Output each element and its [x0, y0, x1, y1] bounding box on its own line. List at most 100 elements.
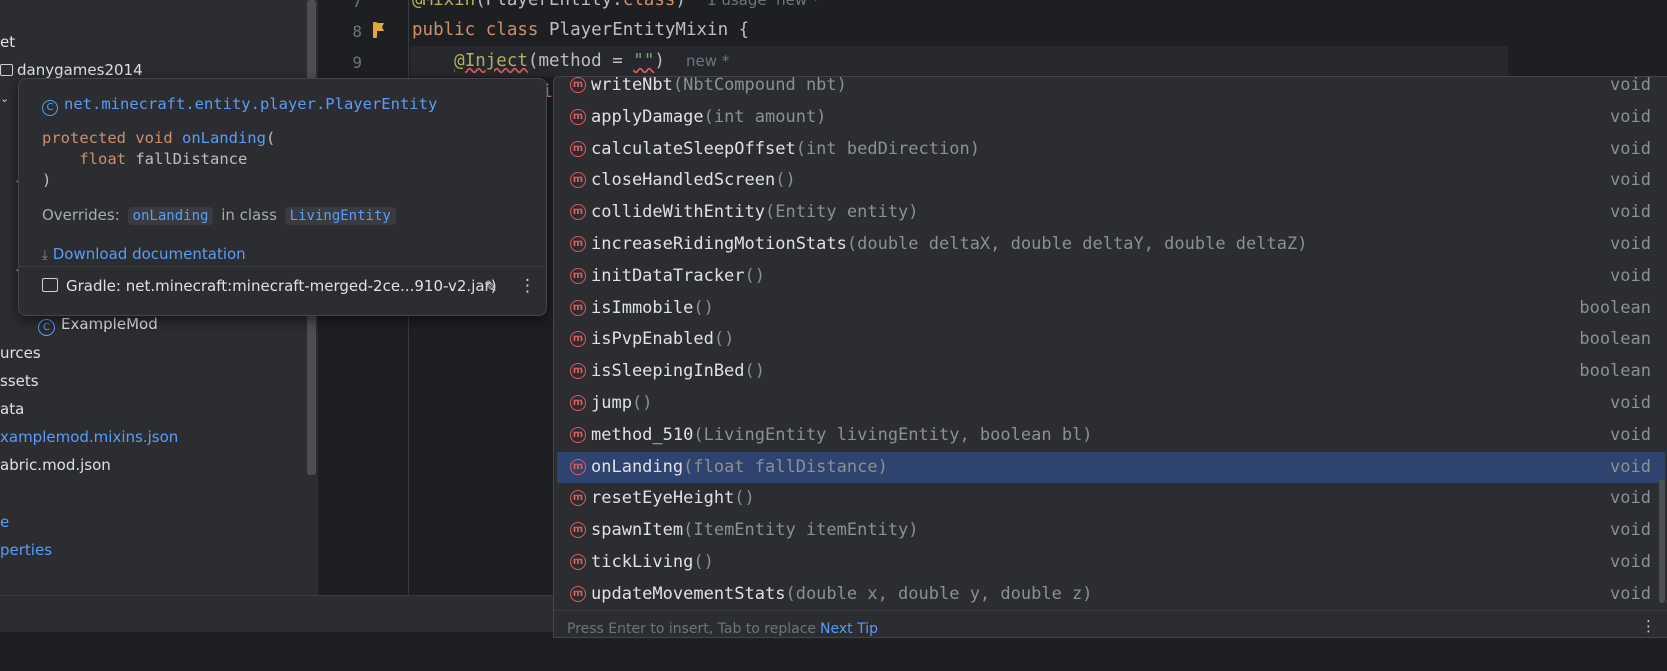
method-params: (): [744, 361, 766, 381]
method-params: (): [693, 552, 714, 572]
usage-hint[interactable]: 1 usage new *: [707, 0, 819, 9]
method-name: onLanding: [591, 457, 684, 477]
completion-item-text: initDataTracker(): [591, 266, 765, 286]
method-icon: m: [570, 236, 586, 252]
completion-item-text: increaseRidingMotionStats(double deltaX,…: [591, 234, 1307, 254]
tree-item-label: e: [0, 513, 10, 531]
code-token: ): [675, 0, 686, 10]
completion-item[interactable]: m calculateSleepOffset(int bedDirection) v…: [557, 134, 1665, 165]
annotation-token: @Mixin: [412, 0, 476, 10]
method-params: (): [631, 393, 653, 413]
line-number: 9: [352, 53, 362, 72]
tree-item-label: xamplemod.mixins.json: [0, 428, 179, 446]
edit-source-icon[interactable]: ✎: [484, 277, 497, 296]
completion-item[interactable]: m writeNbt(NbtCompound nbt) void: [557, 76, 1665, 101]
doc-class-name: net.minecraft.entity.player.PlayerEntity: [64, 95, 438, 113]
doc-signature-line: protected void onLanding(: [42, 129, 275, 147]
completion-item[interactable]: m tickLiving() void: [557, 547, 1665, 578]
tree-item-class[interactable]: C ExampleMod: [38, 315, 158, 336]
method-icon: m: [570, 490, 586, 506]
code-token: {: [728, 20, 750, 40]
method-params: (NbtCompound nbt): [672, 76, 847, 95]
completion-item[interactable]: m applyDamage(int amount) void: [557, 102, 1665, 133]
tree-item[interactable]: urces: [0, 344, 41, 362]
method-params: (float fallDistance): [683, 457, 888, 477]
method-params: (LivingEntity livingEntity, boolean bl): [693, 425, 1093, 445]
tree-item-label: ssets: [0, 372, 39, 390]
completion-item[interactable]: m increaseRidingMotionStats(double deltaX…: [557, 229, 1665, 260]
return-type: void: [1610, 139, 1651, 159]
method-params: (): [713, 329, 735, 349]
author-hint[interactable]: new *: [686, 52, 729, 70]
class-icon: C: [42, 100, 58, 116]
overrides-class-link[interactable]: LivingEntity: [284, 207, 396, 225]
code-line-9[interactable]: @Inject(method = "") new *: [412, 51, 729, 71]
completion-item[interactable]: m isImmobile() boolean: [557, 293, 1665, 324]
completion-item-text: closeHandledScreen(): [591, 170, 796, 190]
method-name: increaseRidingMotionStats: [591, 234, 847, 254]
more-options-icon[interactable]: ⋮: [1641, 617, 1656, 635]
method-icon: m: [570, 77, 586, 93]
doc-class-link[interactable]: Cnet.minecraft.entity.player.PlayerEntit…: [42, 95, 437, 116]
tree-item[interactable]: ssets: [0, 372, 39, 390]
completion-item-text: resetEyeHeight(): [591, 488, 755, 508]
method-name: updateMovementStats: [591, 584, 786, 604]
tree-item-package[interactable]: danygames2014: [0, 61, 143, 79]
overrides-label: Overrides:: [42, 206, 120, 224]
download-documentation-link[interactable]: ⤓ Download documentation: [42, 245, 246, 263]
completion-item-text: isSleepingInBed(): [591, 361, 765, 381]
method-name: initDataTracker: [591, 266, 745, 286]
tree-item[interactable]: ata: [0, 400, 24, 418]
completion-item-text: collideWithEntity(Entity entity): [591, 202, 919, 222]
chevron-down-icon[interactable]: ⌄: [0, 92, 9, 105]
completion-item[interactable]: m initDataTracker() void: [557, 261, 1665, 292]
method-name: tickLiving: [591, 552, 694, 572]
method-icon: m: [570, 109, 586, 125]
code-line-7[interactable]: @Mixin(PlayerEntity.class) 1 usage new *: [412, 0, 819, 10]
tree-item-label: abric.mod.json: [0, 456, 111, 474]
method-name: collideWithEntity: [591, 202, 765, 222]
return-type: void: [1610, 170, 1651, 190]
method-name: isPvpEnabled: [591, 329, 714, 349]
tree-item[interactable]: perties: [0, 541, 52, 559]
footer-hint-text: Press Enter to insert, Tab to replace: [567, 621, 817, 637]
method-params: (Entity entity): [765, 202, 919, 222]
method-icon: m: [570, 427, 586, 443]
completion-item[interactable]: m updateMovementStats(double x, double y,…: [557, 579, 1665, 610]
completion-item[interactable]: m resetEyeHeight() void: [557, 483, 1665, 514]
completion-scrollbar[interactable]: [1659, 479, 1665, 603]
completion-item[interactable]: m collideWithEntity(Entity entity) void: [557, 197, 1665, 228]
signature-method: onLanding: [181, 129, 266, 147]
return-type: boolean: [1579, 329, 1651, 349]
completion-item-text: isPvpEnabled(): [591, 329, 734, 349]
overrides-method-link[interactable]: onLanding: [127, 207, 214, 225]
method-icon: m: [570, 522, 586, 538]
tree-item-label: perties: [0, 541, 53, 559]
code-line-8[interactable]: public class PlayerEntityMixin {: [412, 20, 749, 40]
gutter-mixin-icon[interactable]: [369, 21, 387, 39]
completion-item[interactable]: m isPvpEnabled() boolean: [557, 324, 1665, 355]
return-type: void: [1610, 552, 1651, 572]
completion-item[interactable]: m onLanding(float fallDistance) void: [557, 452, 1665, 483]
method-icon: m: [570, 141, 586, 157]
tree-item-file[interactable]: xamplemod.mixins.json: [0, 428, 178, 446]
doc-signature-close: ): [42, 171, 51, 189]
in-class-label: in class: [221, 206, 277, 224]
completion-footer: Press Enter to insert, Tab to replace Nex…: [554, 610, 1667, 637]
tree-item-file[interactable]: abric.mod.json: [0, 456, 111, 474]
next-tip-link[interactable]: Next Tip: [820, 621, 878, 637]
completion-item-text: isImmobile(): [591, 298, 714, 318]
completion-item[interactable]: m closeHandledScreen() void: [557, 165, 1665, 196]
completion-item[interactable]: m jump() void: [557, 388, 1665, 419]
library-label: Gradle: net.minecraft:minecraft-merged-2…: [66, 277, 497, 295]
completion-item[interactable]: m method_510(LivingEntity livingEntity, b…: [557, 420, 1665, 451]
more-options-icon[interactable]: ⋮: [519, 276, 536, 296]
doc-overrides-row: Overrides: onLanding in class LivingEnti…: [42, 206, 399, 225]
tree-item[interactable]: e: [0, 513, 9, 531]
method-name: writeNbt: [591, 76, 673, 95]
completion-item[interactable]: m spawnItem(ItemEntity itemEntity) void: [557, 515, 1665, 546]
completion-item[interactable]: m isSleepingInBed() boolean: [557, 356, 1665, 387]
completion-item-text: jump(): [591, 393, 652, 413]
tree-item[interactable]: et: [0, 33, 15, 51]
divider: [19, 266, 546, 267]
